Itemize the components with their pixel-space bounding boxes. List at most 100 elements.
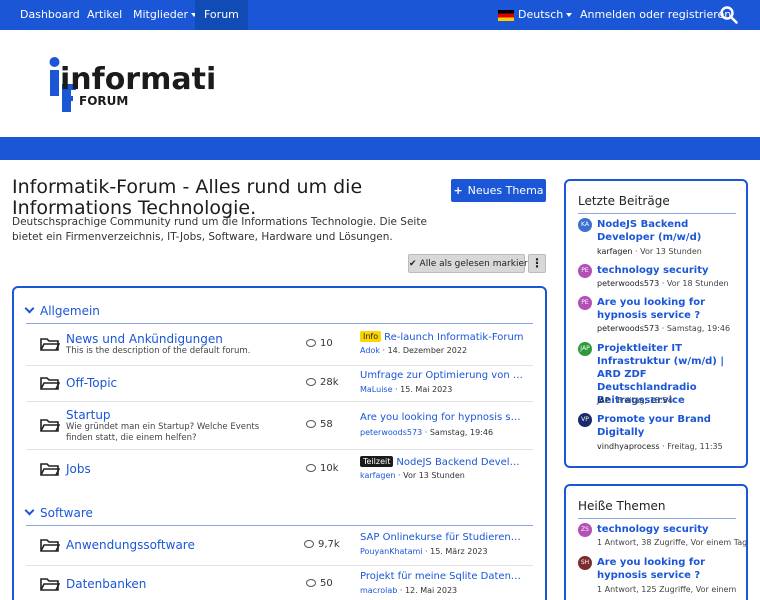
folder-icon bbox=[40, 377, 60, 390]
page-title: Informatik-Forum - Alles rund um die Inf… bbox=[12, 176, 363, 219]
comment-icon bbox=[306, 579, 316, 587]
nav-mitglieder-label: Mitglieder bbox=[133, 8, 188, 21]
forum-title[interactable]: Startup bbox=[66, 408, 111, 422]
category-name: Allgemein bbox=[40, 304, 100, 318]
last-post-title[interactable]: Info Re-launch Informatik-Forum bbox=[360, 331, 525, 343]
last-post-title[interactable]: Teilzeit NodeJS Backend Develop… bbox=[360, 456, 525, 468]
last-post-title[interactable]: Projekt für meine Sqlite Datenbank bbox=[360, 571, 525, 582]
last-post-user[interactable]: PouyanKhatami bbox=[360, 547, 422, 556]
last-post-user[interactable]: peterwoods573 bbox=[360, 428, 422, 437]
last-post-title[interactable]: Umfrage zur Optimierung von Ste… bbox=[360, 370, 525, 381]
forum-row-off-topic[interactable]: Off-Topic 28k Umfrage zur Optimierung vo… bbox=[26, 365, 533, 401]
last-post-title[interactable]: SAP Onlinekurse für Studierende i… bbox=[360, 532, 525, 543]
latest-post-user[interactable]: peterwoods573 bbox=[597, 324, 659, 333]
category-allgemein[interactable]: Allgemein bbox=[24, 303, 100, 318]
nav-mitglieder[interactable]: Mitglieder bbox=[126, 0, 204, 30]
new-thread-button[interactable]: + Neues Thema bbox=[451, 179, 546, 202]
last-post-title[interactable]: Are you looking for hypnosis servi… bbox=[360, 412, 525, 423]
forum-row-news[interactable]: News und Ankündigungen This is the descr… bbox=[26, 323, 533, 365]
comment-icon bbox=[306, 420, 316, 428]
hot-topic-title[interactable]: technology security bbox=[597, 523, 742, 536]
last-post-time: 14. Dezember 2022 bbox=[387, 346, 468, 355]
nav-dashboard[interactable]: Dashboard bbox=[12, 0, 88, 30]
avatar[interactable]: PE bbox=[578, 296, 592, 310]
forum-title[interactable]: News und Ankündigungen bbox=[66, 332, 223, 346]
last-post-meta: MaLuise · 15. Mai 2023 bbox=[360, 385, 453, 394]
chevron-down-icon bbox=[24, 303, 35, 314]
last-post-meta: peterwoods573 · Samstag, 19:46 bbox=[360, 428, 494, 437]
login-link[interactable]: Anmelden oder registrieren bbox=[580, 0, 731, 30]
avatar[interactable]: VP bbox=[578, 413, 592, 427]
last-post-user[interactable]: karfagen bbox=[360, 471, 395, 480]
last-post-time: Vor 13 Stunden bbox=[403, 471, 465, 480]
latest-post-title[interactable]: NodeJS Backend Developer (m/w/d) bbox=[597, 218, 742, 244]
latest-post-meta: JAP · Freitag, 18:54 bbox=[597, 396, 673, 405]
latest-post-time: Freitag, 11:35 bbox=[667, 442, 723, 451]
category-name: Software bbox=[40, 506, 93, 520]
last-post-user[interactable]: MaLuise bbox=[360, 385, 393, 394]
forum-row-jobs[interactable]: Jobs 10k Teilzeit NodeJS Backend Develop…… bbox=[26, 449, 533, 489]
latest-post-time: Vor 18 Stunden bbox=[666, 279, 729, 288]
latest-post-user[interactable]: peterwoods573 bbox=[597, 279, 659, 288]
chevron-down-icon bbox=[566, 13, 573, 17]
category-software[interactable]: Software bbox=[24, 505, 93, 520]
latest-post-title[interactable]: technology security bbox=[597, 264, 742, 277]
avatar[interactable]: JAP bbox=[578, 342, 592, 356]
check-icon: ✔ bbox=[409, 259, 417, 269]
folder-icon bbox=[40, 539, 60, 552]
thread-count: 10 bbox=[306, 338, 333, 349]
avatar[interactable]: ZS bbox=[578, 523, 592, 537]
latest-post-user[interactable]: JAP bbox=[597, 396, 610, 405]
last-post-user[interactable]: macrolab bbox=[360, 586, 397, 595]
thread-count-value: 50 bbox=[320, 578, 333, 589]
nav-forum[interactable]: Forum bbox=[195, 0, 248, 30]
more-options-button[interactable]: ⋮ bbox=[528, 254, 546, 273]
last-post-meta: macrolab · 12. Mai 2023 bbox=[360, 586, 458, 595]
forum-title[interactable]: Off-Topic bbox=[66, 376, 117, 390]
more-icon: ⋮ bbox=[531, 256, 543, 270]
section-divider bbox=[578, 213, 736, 214]
last-post-text: Re-launch Informatik-Forum bbox=[384, 332, 524, 343]
section-divider bbox=[578, 518, 736, 519]
latest-post-meta: vindhyaprocess · Freitag, 11:35 bbox=[597, 442, 723, 451]
thread-count: 58 bbox=[306, 419, 333, 430]
thread-count-value: 9,7k bbox=[318, 539, 340, 550]
site-logo[interactable]: informatik FORUM bbox=[46, 56, 218, 112]
latest-post-title[interactable]: Promote your Brand Digitally bbox=[597, 413, 742, 439]
nav-artikel[interactable]: Artikel bbox=[80, 0, 129, 30]
last-post-meta: PouyanKhatami · 15. März 2023 bbox=[360, 547, 488, 556]
search-icon[interactable] bbox=[719, 5, 739, 25]
hot-topic-meta: 1 Antwort, 125 Zugriffe, Vor einem bbox=[597, 585, 737, 594]
latest-post-meta: karfagen · Vor 13 Stunden bbox=[597, 247, 702, 256]
avatar[interactable]: KA bbox=[578, 218, 592, 232]
folder-icon bbox=[40, 419, 60, 432]
logo-wordmark: informatik bbox=[60, 62, 218, 97]
forum-row-datenbanken[interactable]: Datenbanken 50 Projekt für meine Sqlite … bbox=[26, 565, 533, 600]
comment-icon bbox=[306, 378, 316, 386]
latest-post-meta: peterwoods573 · Samstag, 19:46 bbox=[597, 324, 731, 333]
language-label: Deutsch bbox=[518, 8, 564, 21]
language-selector[interactable]: Deutsch bbox=[498, 0, 573, 30]
tag-badge: Teilzeit bbox=[360, 456, 394, 467]
latest-post-user[interactable]: vindhyaprocess bbox=[597, 442, 660, 451]
last-post-user[interactable]: Adok bbox=[360, 346, 380, 355]
latest-post-meta: peterwoods573 · Vor 18 Stunden bbox=[597, 279, 729, 288]
thread-count: 10k bbox=[306, 463, 339, 474]
forum-row-anwendungssoftware[interactable]: Anwendungssoftware 9,7k SAP Onlinekurse … bbox=[26, 525, 533, 565]
forum-row-startup[interactable]: Startup Wie gründet man ein Startup? Wel… bbox=[26, 401, 533, 449]
latest-post-title[interactable]: Are you looking for hypnosis service ? bbox=[597, 296, 742, 322]
avatar[interactable]: PE bbox=[578, 264, 592, 278]
last-post-text: NodeJS Backend Develop… bbox=[396, 457, 525, 468]
mark-all-read-button[interactable]: ✔ Alle als gelesen markieren bbox=[408, 254, 539, 273]
forum-title[interactable]: Jobs bbox=[66, 462, 91, 476]
forum-title[interactable]: Anwendungssoftware bbox=[66, 538, 195, 552]
thread-count: 50 bbox=[306, 578, 333, 589]
top-navigation: Dashboard Artikel Mitglieder Forum Deuts… bbox=[0, 0, 760, 30]
comment-icon bbox=[306, 339, 316, 347]
new-thread-label: Neues Thema bbox=[467, 184, 544, 197]
forum-title[interactable]: Datenbanken bbox=[66, 577, 146, 591]
avatar[interactable]: SH bbox=[578, 556, 592, 570]
latest-post-user[interactable]: karfagen bbox=[597, 247, 632, 256]
hot-topic-title[interactable]: Are you looking for hypnosis service ? bbox=[597, 556, 742, 582]
latest-posts-title: Letzte Beiträge bbox=[578, 194, 670, 208]
